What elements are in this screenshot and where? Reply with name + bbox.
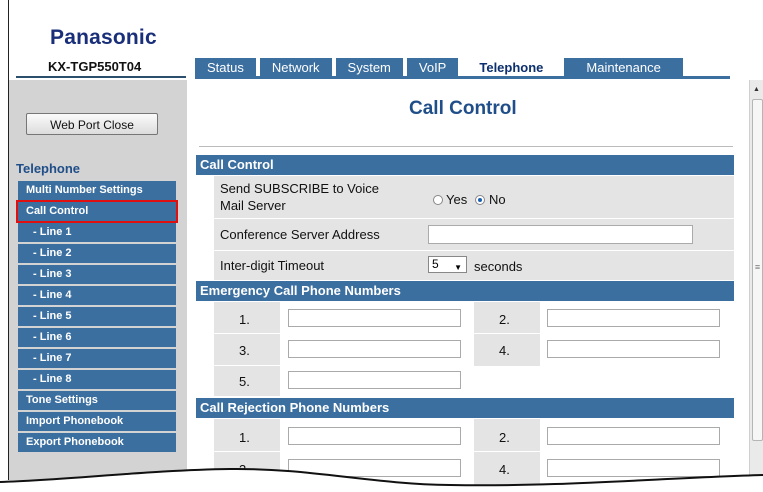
torn-edge-overlay (0, 467, 763, 492)
subscribe-no-label: No (489, 192, 506, 207)
subscribe-no-radio[interactable] (475, 195, 485, 205)
emergency-number-label-4: 4. (499, 343, 510, 358)
page-title: Call Control (409, 98, 517, 119)
sidebar-item-line-4[interactable]: - Line 4 (18, 286, 176, 305)
row-divider (214, 365, 280, 366)
inter-digit-timeout-unit: seconds (474, 259, 523, 274)
subscribe-label-line1: Send SUBSCRIBE to Voice (220, 181, 379, 196)
tab-voip[interactable]: VoIP (406, 58, 459, 78)
sidebar-item-line-8[interactable]: - Line 8 (18, 370, 176, 389)
sidebar-item-import-phonebook[interactable]: Import Phonebook (18, 412, 176, 431)
row-divider (214, 218, 734, 219)
section-header-call-control: Call Control (196, 155, 734, 175)
sidebar-item-call-control[interactable]: Call Control (16, 200, 178, 223)
scrollbar-thumb[interactable]: ≡ (752, 99, 763, 441)
row-divider (214, 250, 734, 251)
tab-status[interactable]: Status (195, 58, 256, 78)
inter-digit-timeout-select[interactable]: 5 ▼ (428, 256, 467, 273)
brand-logo: Panasonic (50, 26, 157, 49)
model-name: KX-TGP550T04 (48, 59, 142, 74)
sidebar-item-line-2[interactable]: - Line 2 (18, 244, 176, 263)
main-tabs: Status Network System VoIP Telephone Mai… (195, 58, 687, 78)
emergency-number-input-3[interactable] (288, 340, 461, 358)
row-divider (214, 451, 280, 452)
subscribe-yes-label: Yes (446, 192, 468, 207)
sidebar-item-line-7[interactable]: - Line 7 (18, 349, 176, 368)
chevron-down-icon: ▼ (454, 263, 462, 272)
web-page-frame: Panasonic KX-TGP550T04 Status Network Sy… (0, 0, 763, 492)
tab-maintenance[interactable]: Maintenance (564, 58, 683, 78)
subscribe-label-line2: Mail Server (220, 198, 286, 213)
section-header-rejection-numbers: Call Rejection Phone Numbers (196, 398, 734, 418)
emergency-number-input-4[interactable] (547, 340, 720, 358)
emergency-number-input-1[interactable] (288, 309, 461, 327)
emergency-number-label-3: 3. (239, 343, 250, 358)
emergency-number-label-1: 1. (239, 312, 250, 327)
tab-telephone[interactable]: Telephone (462, 58, 561, 78)
inter-digit-timeout-value: 5 (432, 257, 439, 271)
sidebar-item-export-phonebook[interactable]: Export Phonebook (18, 433, 176, 452)
emergency-number-input-5[interactable] (288, 371, 461, 389)
emergency-number-label-5: 5. (239, 374, 250, 389)
sidebar-menu: Multi Number Settings Call Control - Lin… (16, 181, 178, 454)
rejection-number-input-1[interactable] (288, 427, 461, 445)
title-divider (199, 146, 733, 147)
rejection-number-label-2: 2. (499, 430, 510, 445)
row-divider (214, 333, 280, 334)
sidebar-item-tone-settings[interactable]: Tone Settings (18, 391, 176, 410)
scroll-up-arrow-icon[interactable]: ▲ (750, 86, 763, 93)
sidebar-item-line-3[interactable]: - Line 3 (18, 265, 176, 284)
sidebar-title: Telephone (16, 161, 81, 176)
subscribe-yes-radio[interactable] (433, 195, 443, 205)
sidebar-item-line-1[interactable]: - Line 1 (18, 223, 176, 242)
emergency-number-input-2[interactable] (547, 309, 720, 327)
conference-server-input[interactable] (428, 225, 693, 244)
header-divider (16, 76, 186, 78)
emergency-number-label-2: 2. (499, 312, 510, 327)
tab-network[interactable]: Network (259, 58, 332, 78)
inter-digit-timeout-label: Inter-digit Timeout (220, 258, 325, 273)
row-divider (474, 333, 540, 334)
grip-icon: ≡ (754, 262, 761, 272)
tab-system[interactable]: System (335, 58, 403, 78)
conference-server-label: Conference Server Address (220, 227, 380, 242)
rejection-number-label-1: 1. (239, 430, 250, 445)
sidebar-item-line-6[interactable]: - Line 6 (18, 328, 176, 347)
section-header-emergency-numbers: Emergency Call Phone Numbers (196, 281, 734, 301)
sidebar-item-line-5[interactable]: - Line 5 (18, 307, 176, 326)
vertical-scrollbar[interactable]: ▲ ≡ (749, 80, 763, 480)
tabs-underline (195, 76, 730, 79)
row-divider (474, 451, 540, 452)
rejection-number-input-2[interactable] (547, 427, 720, 445)
sidebar-item-multi-number-settings[interactable]: Multi Number Settings (18, 181, 176, 200)
web-port-close-button[interactable]: Web Port Close (26, 113, 158, 135)
